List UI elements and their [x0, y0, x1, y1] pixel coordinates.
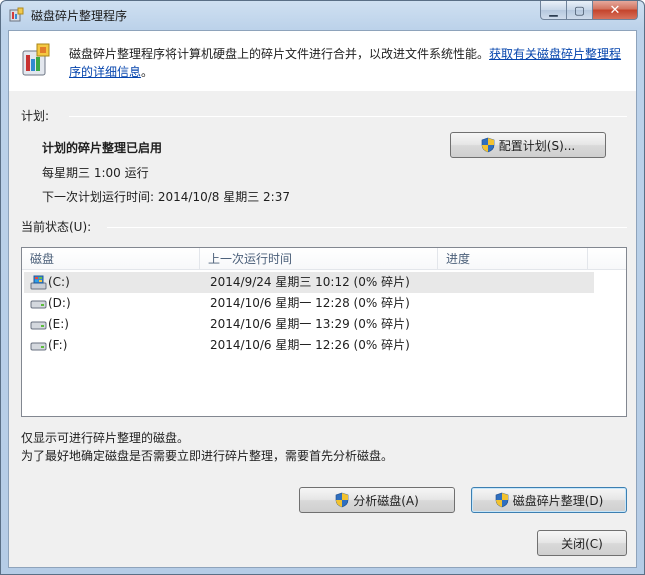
next-run: 下一次计划运行时间: 2014/10/8 星期三 2:37: [42, 188, 290, 205]
schedule-frequency: 每星期三 1:00 运行: [42, 166, 149, 180]
uac-shield-icon: [335, 492, 349, 508]
note-analyze-first: 为了最好地确定磁盘是否需要立即进行碎片整理，需要首先分析磁盘。: [21, 449, 394, 463]
configure-schedule-button[interactable]: 配置计划(S)...: [450, 132, 606, 158]
close-window-button[interactable]: ✕: [593, 1, 638, 20]
description-body: 磁盘碎片整理程序将计算机硬盘上的碎片文件进行合并，以改进文件系统性能。: [69, 47, 490, 61]
defrag-large-icon: [22, 43, 50, 76]
uac-shield-icon: [481, 137, 495, 153]
defrag-disk-button[interactable]: 磁盘碎片整理(D): [471, 487, 627, 513]
close-icon: ✕: [609, 2, 621, 18]
column-header-progress[interactable]: 进度: [438, 248, 588, 270]
description-period: 。: [141, 65, 154, 79]
title-bar[interactable]: 磁盘碎片整理程序 ▁ ▢ ✕: [1, 1, 644, 29]
disk-row-e[interactable]: (E:) 2014/10/6 星期一 13:29 (0% 碎片): [24, 314, 594, 335]
last-run-value: 2014/9/24 星期三 10:12 (0% 碎片): [210, 275, 410, 289]
header-panel: 磁盘碎片整理程序将计算机硬盘上的碎片文件进行合并，以改进文件系统性能。获取有关磁…: [9, 31, 636, 91]
schedule-status: 计划的碎片整理已启用: [42, 141, 163, 155]
next-run-label: 下一次计划运行时间:: [42, 190, 155, 204]
minimize-button[interactable]: ▁: [540, 1, 567, 20]
close-button[interactable]: 关闭(C): [537, 530, 627, 556]
analyze-disk-label: 分析磁盘(A): [353, 493, 419, 508]
disk-row-d[interactable]: (D:) 2014/10/6 星期一 12:28 (0% 碎片): [24, 293, 594, 314]
caption-buttons: ▁ ▢ ✕: [540, 1, 638, 21]
drive-icon: [30, 300, 47, 309]
defrag-app-icon: [9, 7, 24, 22]
disk-name: (C:): [48, 275, 70, 289]
status-divider: [107, 227, 627, 228]
defrag-disk-label: 磁盘碎片整理(D): [512, 493, 604, 508]
next-run-value: 2014/10/8 星期三 2:37: [157, 190, 290, 204]
disk-list[interactable]: 磁盘 上一次运行时间 进度 (C:) 2014/9/24 星期三 10:12 (…: [21, 247, 627, 417]
disk-name: (D:): [48, 296, 71, 310]
current-status-label: 当前状态(U):: [21, 220, 92, 234]
last-run-value: 2014/10/6 星期一 12:28 (0% 碎片): [210, 296, 410, 310]
disk-name: (F:): [48, 338, 68, 352]
drive-icon: [30, 321, 47, 330]
note-defraggable-only: 仅显示可进行碎片整理的磁盘。: [21, 431, 190, 445]
uac-shield-icon: [495, 492, 508, 508]
disk-list-header: 磁盘 上一次运行时间 进度: [22, 248, 626, 270]
schedule-divider: [69, 116, 627, 117]
disk-name: (E:): [48, 317, 69, 331]
maximize-icon: ▢: [574, 3, 585, 17]
window-title: 磁盘碎片整理程序: [31, 9, 128, 23]
column-header-disk[interactable]: 磁盘: [22, 248, 200, 270]
analyze-disk-button[interactable]: 分析磁盘(A): [299, 487, 455, 513]
column-header-last-run[interactable]: 上一次运行时间: [200, 248, 438, 270]
maximize-button[interactable]: ▢: [567, 1, 593, 20]
defrag-window: 磁盘碎片整理程序 ▁ ▢ ✕ 磁盘碎片整理程序将计算机硬盘上的碎片文件进行合并，…: [0, 0, 645, 575]
client-area: 磁盘碎片整理程序将计算机硬盘上的碎片文件进行合并，以改进文件系统性能。获取有关磁…: [8, 30, 637, 568]
drive-icon: [30, 342, 47, 351]
disk-row-f[interactable]: (F:) 2014/10/6 星期一 12:26 (0% 碎片): [24, 335, 594, 356]
description-text: 磁盘碎片整理程序将计算机硬盘上的碎片文件进行合并，以改进文件系统性能。获取有关磁…: [69, 45, 625, 81]
last-run-value: 2014/10/6 星期一 13:29 (0% 碎片): [210, 317, 410, 331]
configure-schedule-label: 配置计划(S)...: [498, 138, 576, 153]
schedule-section-label: 计划:: [21, 109, 50, 123]
last-run-value: 2014/10/6 星期一 12:26 (0% 碎片): [210, 338, 410, 352]
system-drive-icon: [30, 275, 47, 290]
minimize-icon: ▁: [549, 3, 558, 17]
disk-row-c[interactable]: (C:) 2014/9/24 星期三 10:12 (0% 碎片): [24, 272, 594, 293]
close-button-label: 关闭(C): [561, 536, 603, 551]
